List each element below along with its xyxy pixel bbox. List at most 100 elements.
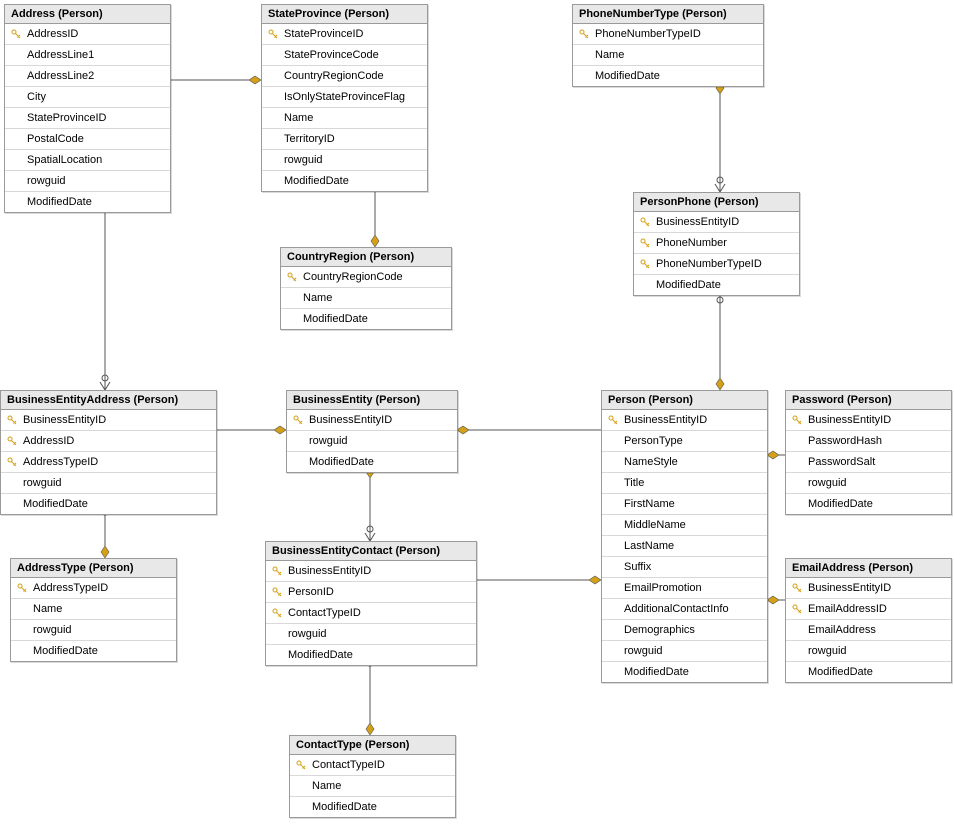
column-row[interactable]: ModifiedDate [786,662,951,682]
column-row[interactable]: EmailAddress [786,620,951,641]
column-row[interactable]: CountryRegionCode [262,66,427,87]
column-row[interactable]: BusinessEntityID [786,578,951,599]
table-Password[interactable]: Password (Person) BusinessEntityIDPasswo… [785,390,952,515]
column-row[interactable]: BusinessEntityID [786,410,951,431]
column-row[interactable]: AddressLine1 [5,45,170,66]
column-row[interactable]: ModifiedDate [281,309,451,329]
column-row[interactable]: rowguid [5,171,170,192]
column-row[interactable]: BusinessEntityID [287,410,457,431]
table-BusinessEntityContact[interactable]: BusinessEntityContact (Person) BusinessE… [265,541,477,666]
table-Address[interactable]: Address (Person) AddressIDAddressLine1Ad… [4,4,171,213]
column-row[interactable]: ModifiedDate [5,192,170,212]
column-row[interactable]: PostalCode [5,129,170,150]
table-BusinessEntity[interactable]: BusinessEntity (Person) BusinessEntityID… [286,390,458,473]
primary-key-icon-cell [270,565,284,577]
column-row[interactable]: PhoneNumberTypeID [573,24,763,45]
column-row[interactable]: rowguid [11,620,176,641]
column-row[interactable]: MiddleName [602,515,767,536]
table-header[interactable]: BusinessEntityAddress (Person) [1,391,216,410]
table-header[interactable]: PhoneNumberType (Person) [573,5,763,24]
column-row[interactable]: Name [573,45,763,66]
column-row[interactable]: BusinessEntityID [602,410,767,431]
column-row[interactable]: StateProvinceCode [262,45,427,66]
key-cell-empty [15,624,29,636]
table-header[interactable]: PersonPhone (Person) [634,193,799,212]
column-row[interactable]: ModifiedDate [262,171,427,191]
column-row[interactable]: PhoneNumberTypeID [634,254,799,275]
column-row[interactable]: ModifiedDate [11,641,176,661]
table-Person[interactable]: Person (Person) BusinessEntityIDPersonTy… [601,390,768,683]
column-row[interactable]: rowguid [287,431,457,452]
column-row[interactable]: CountryRegionCode [281,267,451,288]
column-name: Demographics [624,623,695,637]
column-row[interactable]: rowguid [602,641,767,662]
table-header[interactable]: BusinessEntity (Person) [287,391,457,410]
column-row[interactable]: ModifiedDate [573,66,763,86]
table-header[interactable]: EmailAddress (Person) [786,559,951,578]
column-row[interactable]: City [5,87,170,108]
column-row[interactable]: ModifiedDate [290,797,455,817]
column-row[interactable]: ModifiedDate [602,662,767,682]
column-row[interactable]: AddressLine2 [5,66,170,87]
table-header[interactable]: ContactType (Person) [290,736,455,755]
column-row[interactable]: AddressTypeID [11,578,176,599]
column-row[interactable]: ModifiedDate [1,494,216,514]
column-row[interactable]: rowguid [262,150,427,171]
column-row[interactable]: BusinessEntityID [266,561,476,582]
table-header[interactable]: CountryRegion (Person) [281,248,451,267]
column-row[interactable]: StateProvinceID [5,108,170,129]
column-row[interactable]: rowguid [1,473,216,494]
column-row[interactable]: Title [602,473,767,494]
column-row[interactable]: BusinessEntityID [634,212,799,233]
table-PhoneNumberType[interactable]: PhoneNumberType (Person) PhoneNumberType… [572,4,764,87]
column-row[interactable]: IsOnlyStateProvinceFlag [262,87,427,108]
column-row[interactable]: NameStyle [602,452,767,473]
column-row[interactable]: PhoneNumber [634,233,799,254]
column-row[interactable]: PasswordHash [786,431,951,452]
column-row[interactable]: AdditionalContactInfo [602,599,767,620]
table-header[interactable]: StateProvince (Person) [262,5,427,24]
column-row[interactable]: ModifiedDate [287,452,457,472]
column-row[interactable]: EmailAddressID [786,599,951,620]
table-StateProvince[interactable]: StateProvince (Person) StateProvinceIDSt… [261,4,428,192]
column-row[interactable]: Name [262,108,427,129]
column-row[interactable]: rowguid [266,624,476,645]
column-row[interactable]: AddressTypeID [1,452,216,473]
table-header[interactable]: Address (Person) [5,5,170,24]
column-row[interactable]: LastName [602,536,767,557]
column-row[interactable]: ContactTypeID [290,755,455,776]
table-header[interactable]: AddressType (Person) [11,559,176,578]
column-row[interactable]: FirstName [602,494,767,515]
column-row[interactable]: StateProvinceID [262,24,427,45]
column-row[interactable]: SpatialLocation [5,150,170,171]
table-ContactType[interactable]: ContactType (Person) ContactTypeIDNameMo… [289,735,456,818]
column-row[interactable]: Name [11,599,176,620]
table-header[interactable]: Person (Person) [602,391,767,410]
column-row[interactable]: Name [290,776,455,797]
column-row[interactable]: PasswordSalt [786,452,951,473]
column-row[interactable]: ModifiedDate [786,494,951,514]
column-row[interactable]: PersonID [266,582,476,603]
column-row[interactable]: EmailPromotion [602,578,767,599]
table-AddressType[interactable]: AddressType (Person) AddressTypeIDNamero… [10,558,177,662]
column-row[interactable]: ModifiedDate [634,275,799,295]
column-row[interactable]: ContactTypeID [266,603,476,624]
table-EmailAddress[interactable]: EmailAddress (Person) BusinessEntityID E… [785,558,952,683]
column-row[interactable]: AddressID [5,24,170,45]
column-row[interactable]: rowguid [786,641,951,662]
column-row[interactable]: rowguid [786,473,951,494]
column-row[interactable]: TerritoryID [262,129,427,150]
column-row[interactable]: AddressID [1,431,216,452]
table-header[interactable]: BusinessEntityContact (Person) [266,542,476,561]
column-row[interactable]: ModifiedDate [266,645,476,665]
column-row[interactable]: Suffix [602,557,767,578]
table-header[interactable]: Password (Person) [786,391,951,410]
key-cell-empty [294,780,308,792]
column-row[interactable]: BusinessEntityID [1,410,216,431]
table-CountryRegion[interactable]: CountryRegion (Person) CountryRegionCode… [280,247,452,330]
table-PersonPhone[interactable]: PersonPhone (Person) BusinessEntityID Ph… [633,192,800,296]
table-BusinessEntityAddress[interactable]: BusinessEntityAddress (Person) BusinessE… [0,390,217,515]
column-row[interactable]: Name [281,288,451,309]
column-row[interactable]: Demographics [602,620,767,641]
column-row[interactable]: PersonType [602,431,767,452]
